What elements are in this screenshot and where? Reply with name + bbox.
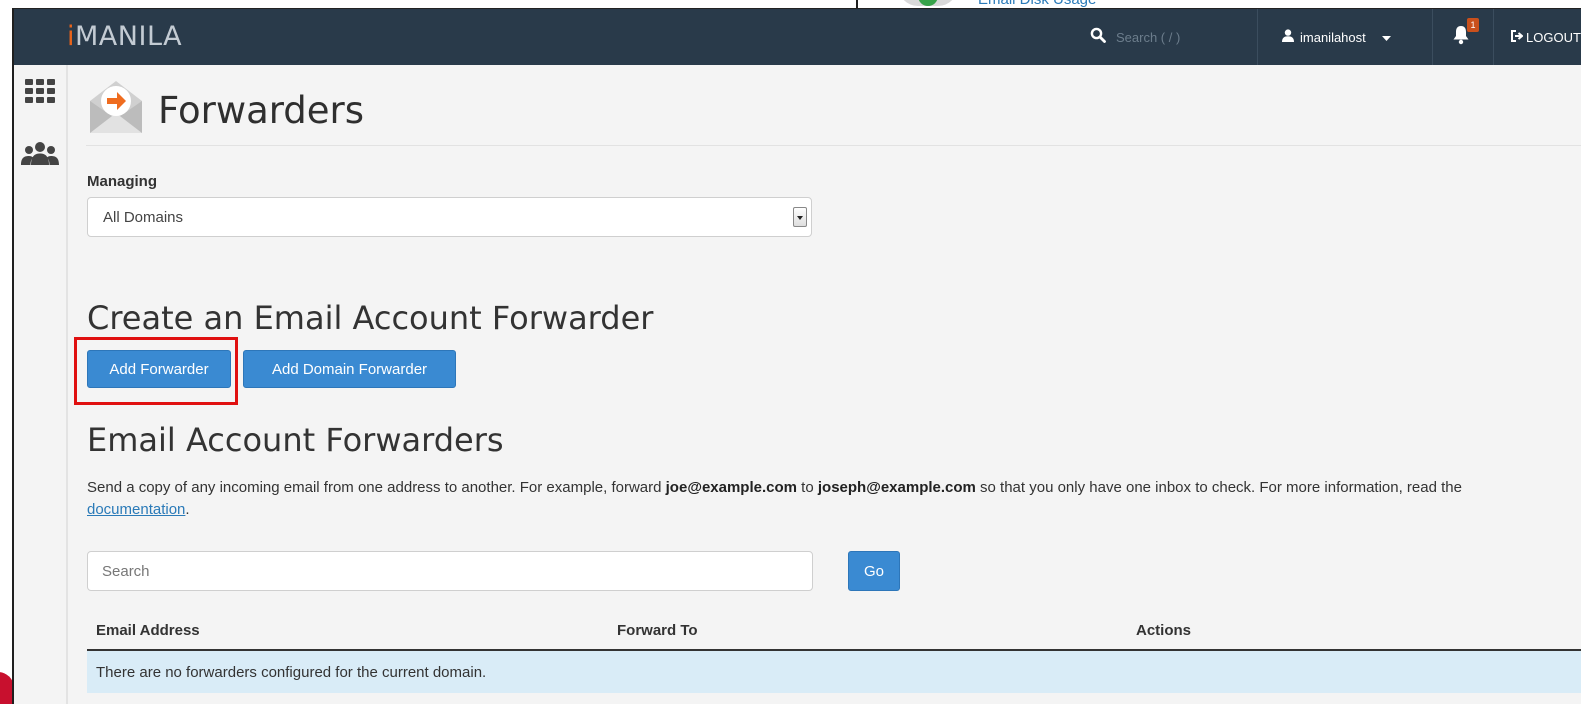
user-menu[interactable]: imanilahost [1282,9,1391,65]
description-text: so that you only have one inbox to check… [975,479,1462,496]
header-divider [86,145,1581,146]
managing-domain-value: All Domains [103,209,184,226]
caret-down-icon [1381,30,1391,45]
logout-icon [1511,29,1524,45]
create-forwarder-heading: Create an Email Account Forwarder [87,299,654,337]
background-window: Email Disk Usage [856,0,1581,8]
top-navbar: iMANILA Search ( / ) imanilahost 1 LOGOU… [14,9,1581,65]
top-search[interactable]: Search ( / ) [1090,9,1180,65]
add-domain-forwarder-button[interactable]: Add Domain Forwarder [243,350,456,388]
forwarders-envelope-icon [86,79,146,141]
page-title: Forwarders [158,88,365,132]
column-actions: Actions [1136,622,1192,639]
page-header: Forwarders [86,79,364,141]
managing-domain-select[interactable]: All Domains [87,197,812,237]
managing-label: Managing [87,173,157,190]
logout-label: LOGOUT [1526,29,1581,45]
description-text: . [185,501,190,518]
forwarders-list-heading: Email Account Forwarders [87,421,504,459]
divider [1432,9,1433,65]
description-text: Send a copy of any incoming email from o… [87,479,666,496]
imanila-logo[interactable]: iMANILA [67,21,182,52]
example-from-address: joe@example.com [665,479,797,496]
left-sidebar [14,65,68,704]
search-icon [1090,27,1106,47]
main-content: Forwarders Managing All Domains Create a… [74,65,1581,704]
documentation-link[interactable]: documentation [87,501,185,518]
user-icon [1282,29,1294,45]
users-icon[interactable] [21,141,59,169]
cpanel-window: iMANILA Search ( / ) imanilahost 1 LOGOU… [12,8,1581,704]
table-empty-row: There are no forwarders configured for t… [87,651,1581,693]
column-forward-to[interactable]: Forward To [617,622,698,639]
add-forwarder-button[interactable]: Add Forwarder [87,350,231,388]
table-header: Email Address Forward To Actions [87,613,1581,651]
divider [1257,9,1258,65]
go-button[interactable]: Go [848,551,900,591]
forwarders-table: Email Address Forward To Actions There a… [87,613,1581,693]
forwarders-description: Send a copy of any incoming email from o… [87,477,1507,521]
apps-grid-icon[interactable] [25,79,55,109]
top-search-placeholder[interactable]: Search ( / ) [1116,30,1180,45]
divider [1493,9,1494,65]
username: imanilahost [1300,29,1366,45]
logo-i: i [67,21,76,52]
example-to-address: joseph@example.com [817,479,976,496]
email-disk-usage-link[interactable]: Email Disk Usage [978,0,1096,8]
select-arrow-icon[interactable] [793,207,807,227]
logo-text: MANILA [75,21,183,52]
forwarder-search-input[interactable] [87,551,813,591]
column-email-address[interactable]: Email Address [96,622,200,639]
logout-button[interactable]: LOGOUT [1511,9,1581,65]
notification-count-badge: 1 [1467,18,1479,32]
description-text: to [797,479,818,496]
